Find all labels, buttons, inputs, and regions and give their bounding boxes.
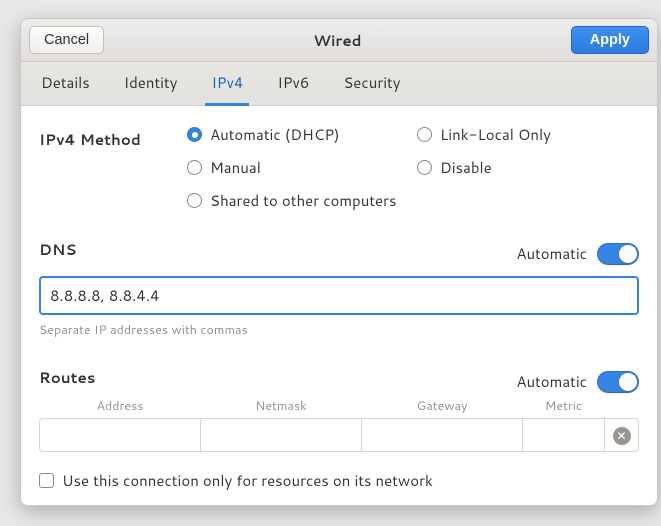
route-delete-button[interactable]: ✕	[613, 427, 631, 445]
dns-automatic-label: Automatic	[516, 243, 587, 264]
radio-label: Link-Local Only	[440, 124, 551, 145]
radio-disable[interactable]: Disable	[417, 157, 639, 178]
routes-automatic-label: Automatic	[516, 371, 587, 392]
only-local-resources-checkbox[interactable]: Use this connection only for resources o…	[39, 470, 639, 491]
cancel-button[interactable]: Cancel	[29, 26, 104, 54]
route-netmask-input[interactable]	[201, 419, 361, 451]
routes-label: Routes	[39, 367, 95, 388]
tab-security[interactable]: Security	[339, 62, 404, 105]
route-metric-input[interactable]	[523, 419, 604, 451]
dns-label: DNS	[39, 239, 77, 260]
radio-indicator-icon	[187, 160, 202, 175]
routes-header-gateway: Gateway	[362, 397, 522, 415]
tab-bar: Details Identity IPv4 IPv6 Security	[21, 62, 657, 106]
radio-shared[interactable]: Shared to other computers	[187, 190, 639, 211]
ipv4-panel: IPv4 Method Automatic (DHCP) Link-Local …	[21, 106, 657, 505]
titlebar: Cancel Wired Apply	[21, 19, 657, 62]
tab-details[interactable]: Details	[37, 62, 94, 105]
routes-automatic-toggle[interactable]	[597, 371, 639, 393]
radio-manual[interactable]: Manual	[187, 157, 409, 178]
route-gateway-input[interactable]	[362, 419, 522, 451]
tab-ipv4[interactable]: IPv4	[207, 62, 247, 105]
dns-automatic-toggle[interactable]	[597, 243, 639, 265]
radio-indicator-icon	[187, 127, 202, 142]
radio-indicator-icon	[417, 127, 432, 142]
radio-label: Automatic (DHCP)	[210, 124, 340, 145]
apply-button[interactable]: Apply	[571, 26, 649, 54]
tab-identity[interactable]: Identity	[120, 62, 182, 105]
radio-label: Disable	[440, 157, 492, 178]
radio-indicator-icon	[187, 193, 202, 208]
routes-header-metric: Metric	[523, 397, 604, 415]
radio-indicator-icon	[417, 160, 432, 175]
radio-automatic-dhcp[interactable]: Automatic (DHCP)	[187, 124, 409, 145]
tab-ipv6[interactable]: IPv6	[273, 62, 313, 105]
route-address-input[interactable]	[40, 419, 200, 451]
radio-label: Shared to other computers	[210, 190, 396, 211]
only-local-resources-label: Use this connection only for resources o…	[62, 470, 433, 491]
dialog-title: Wired	[313, 30, 361, 51]
ipv4-method-label: IPv4 Method	[39, 129, 187, 150]
connection-editor-dialog: Cancel Wired Apply Details Identity IPv4…	[20, 18, 658, 506]
dns-servers-input[interactable]	[39, 276, 639, 315]
routes-header-address: Address	[40, 397, 200, 415]
routes-header-netmask: Netmask	[201, 397, 361, 415]
checkbox-indicator-icon	[39, 473, 54, 488]
radio-link-local-only[interactable]: Link-Local Only	[417, 124, 639, 145]
routes-table: Address Netmask Gateway Metric	[39, 418, 639, 452]
dns-hint: Separate IP addresses with commas	[39, 321, 639, 339]
radio-label: Manual	[210, 157, 261, 178]
close-icon: ✕	[616, 430, 626, 442]
